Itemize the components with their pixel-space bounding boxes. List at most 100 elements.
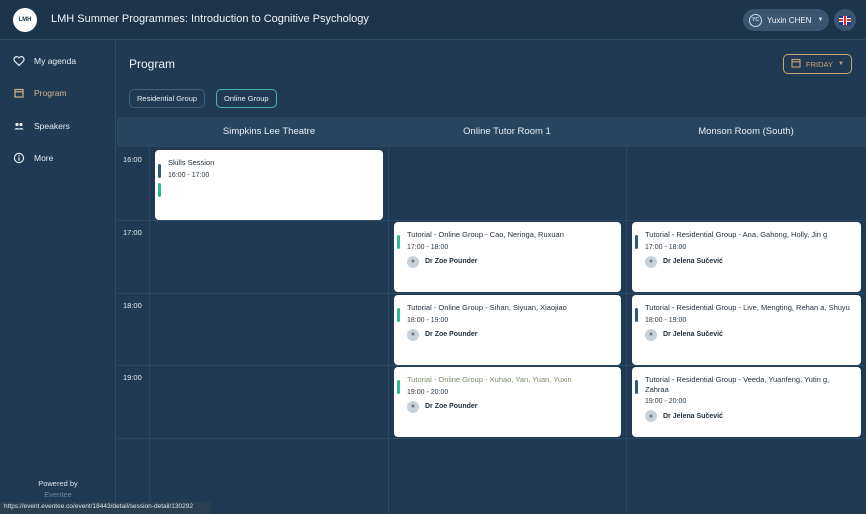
eventee-link[interactable]: Eventee [0, 489, 116, 500]
sidebar-item-speakers[interactable]: Speakers [13, 118, 70, 134]
session-time: 19:00 - 20:00 [407, 388, 449, 396]
session-speaker[interactable]: ● Dr Jelena Sučević [645, 410, 853, 422]
speaker-avatar: ● [645, 255, 657, 268]
main-content: Program FRIDAY ▼ Residential Group Onlin… [117, 41, 866, 514]
chevron-down-icon: ▼ [817, 17, 824, 23]
tag-marker [397, 235, 400, 249]
filter-online-group[interactable]: Online Group [216, 89, 277, 108]
sidebar-item-my-agenda[interactable]: My agenda [13, 53, 76, 69]
tag-marker [158, 164, 161, 178]
day-selector[interactable]: FRIDAY ▼ [783, 54, 852, 74]
app-title: LMH Summer Programmes: Introduction to C… [51, 13, 369, 25]
speaker-avatar: ● [645, 328, 657, 341]
room-header: Simpkins Lee Theatre Online Tutor Room 1… [117, 117, 866, 147]
session-card[interactable]: Tutorial - Residential Group - Live, Men… [632, 295, 861, 365]
speaker-name: Dr Zoe Pounder [425, 258, 478, 265]
session-time: 16:00 - 17:00 [168, 171, 210, 179]
speaker-name: Dr Zoe Pounder [425, 403, 478, 410]
session-title: Tutorial - Online Group - Xuhao, Yan, Yu… [407, 375, 572, 384]
grid-divider [117, 293, 866, 294]
people-icon [13, 120, 25, 132]
language-button[interactable] [834, 9, 856, 31]
session-title: Skills Session [168, 158, 215, 167]
speaker-name: Dr Jelena Sučević [663, 331, 723, 338]
time-label: 19:00 [123, 373, 142, 382]
speaker-name: Dr Jelena Sučević [663, 412, 723, 420]
logo-text: LMH [18, 17, 32, 23]
speaker-avatar: ● [407, 255, 419, 268]
tag-marker [158, 183, 161, 197]
session-speaker[interactable]: ● Dr Jelena Sučević [645, 328, 853, 341]
time-label: 18:00 [123, 301, 142, 310]
session-speaker[interactable]: ● Dr Zoe Pounder [407, 400, 613, 413]
time-label: 17:00 [123, 228, 142, 237]
schedule-grid: 16:00 17:00 18:00 19:00 Skills Session 1… [117, 147, 866, 514]
session-title: Tutorial - Online Group - Cao, Neringa, … [407, 230, 564, 239]
grid-divider [388, 147, 389, 514]
top-bar: LMH LMH Summer Programmes: Introduction … [0, 0, 866, 40]
sidebar-item-more[interactable]: More [13, 150, 53, 166]
session-time: 18:00 - 19:00 [407, 316, 449, 324]
session-title: Tutorial - Online Group - Sihan, Siyuan,… [407, 303, 567, 312]
calendar-icon [13, 87, 25, 99]
speaker-name: Dr Zoe Pounder [425, 331, 478, 338]
tag-marker [397, 380, 400, 394]
column-header: Monson Room (South) [698, 126, 794, 137]
filter-label: Online Group [224, 94, 269, 103]
tag-marker [635, 380, 638, 394]
user-name: Yuxin CHEN [767, 15, 812, 25]
info-icon [13, 152, 25, 164]
session-card[interactable]: Tutorial - Residential Group - Ana, Gaho… [632, 222, 861, 292]
powered-by: Powered by Eventee [0, 478, 116, 500]
heart-icon [13, 55, 25, 67]
session-time: 18:00 - 19:00 [645, 316, 687, 324]
session-title: Tutorial - Residential Group - Veeda, Yu… [645, 375, 830, 394]
session-title: Tutorial - Residential Group - Ana, Gaho… [645, 230, 828, 239]
tag-marker [635, 235, 638, 249]
day-selector-label: FRIDAY [806, 59, 833, 69]
user-menu-button[interactable]: YC Yuxin CHEN ▼ [743, 9, 829, 31]
time-column: 16:00 17:00 18:00 19:00 [117, 147, 150, 514]
session-card[interactable]: Tutorial - Residential Group - Veeda, Yu… [632, 367, 861, 437]
tag-marker [397, 308, 400, 322]
sidebar-item-label: Program [34, 88, 67, 98]
time-label: 16:00 [123, 155, 142, 164]
grid-divider [117, 220, 866, 221]
status-bar-url: https://event.eventee.co/event/18443/det… [0, 502, 211, 514]
session-card[interactable]: Tutorial - Online Group - Xuhao, Yan, Yu… [394, 367, 621, 437]
filter-label: Residential Group [137, 94, 198, 103]
session-card[interactable]: Skills Session 16:00 - 17:00 [155, 150, 383, 220]
uk-flag-icon [839, 15, 851, 25]
sidebar-item-label: Speakers [34, 121, 70, 131]
session-speaker[interactable]: ● Dr Jelena Sučević [645, 255, 853, 268]
sidebar-item-label: More [34, 153, 54, 163]
chevron-down-icon: ▼ [838, 61, 844, 67]
speaker-avatar: ● [645, 410, 657, 422]
session-card[interactable]: Tutorial - Online Group - Sihan, Siyuan,… [394, 295, 621, 365]
session-speaker[interactable]: ● Dr Zoe Pounder [407, 255, 613, 268]
app-logo[interactable]: LMH [13, 8, 37, 32]
session-speaker[interactable]: ● Dr Zoe Pounder [407, 328, 613, 341]
column-header: Simpkins Lee Theatre [222, 126, 316, 137]
speaker-avatar: ● [407, 400, 419, 413]
sidebar-item-label: My agenda [34, 56, 77, 66]
session-time: 17:00 - 18:00 [645, 243, 687, 251]
tag-marker [635, 308, 638, 322]
speaker-avatar: ● [407, 328, 419, 341]
session-time: 19:00 - 20:00 [645, 398, 687, 405]
session-time: 17:00 - 18:00 [407, 243, 449, 251]
page-title: Program [129, 57, 176, 71]
user-avatar: YC [749, 13, 762, 27]
sidebar: My agenda Program Speakers More Powered … [0, 40, 116, 514]
grid-divider [117, 365, 866, 366]
speaker-name: Dr Jelena Sučević [663, 258, 723, 265]
session-card[interactable]: Tutorial - Online Group - Cao, Neringa, … [394, 222, 621, 292]
column-header: Online Tutor Room 1 [463, 126, 551, 137]
calendar-icon [791, 58, 801, 70]
session-title: Tutorial - Residential Group - Live, Men… [645, 303, 850, 312]
sidebar-item-program[interactable]: Program [13, 85, 67, 101]
filter-residential-group[interactable]: Residential Group [129, 89, 206, 108]
powered-by-label: Powered by [38, 479, 78, 488]
grid-divider [117, 438, 866, 439]
grid-divider [626, 147, 627, 514]
